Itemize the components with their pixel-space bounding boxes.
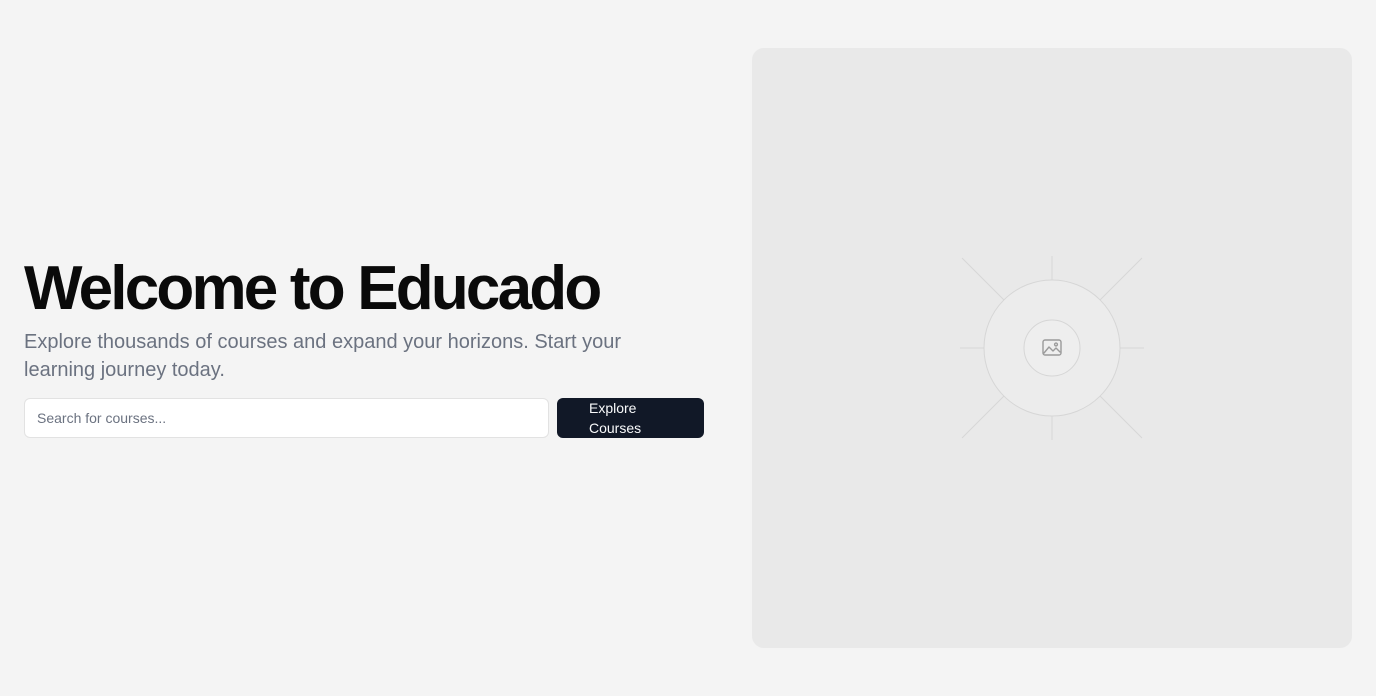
- hero-subtitle: Explore thousands of courses and expand …: [24, 331, 622, 381]
- landing-page: Welcome to Educado Explore thousands of …: [0, 0, 1376, 696]
- hero-section: Welcome to Educado Explore thousands of …: [24, 256, 714, 384]
- explore-courses-button[interactable]: Explore Courses: [557, 398, 704, 438]
- search-form: Explore Courses: [24, 398, 704, 438]
- search-input[interactable]: [24, 398, 549, 438]
- hero-image-placeholder: [752, 48, 1352, 648]
- explore-courses-label: Explore Courses: [589, 400, 642, 436]
- image-placeholder-graphic: [960, 256, 1144, 440]
- hero-title: Welcome to Educado: [24, 254, 602, 323]
